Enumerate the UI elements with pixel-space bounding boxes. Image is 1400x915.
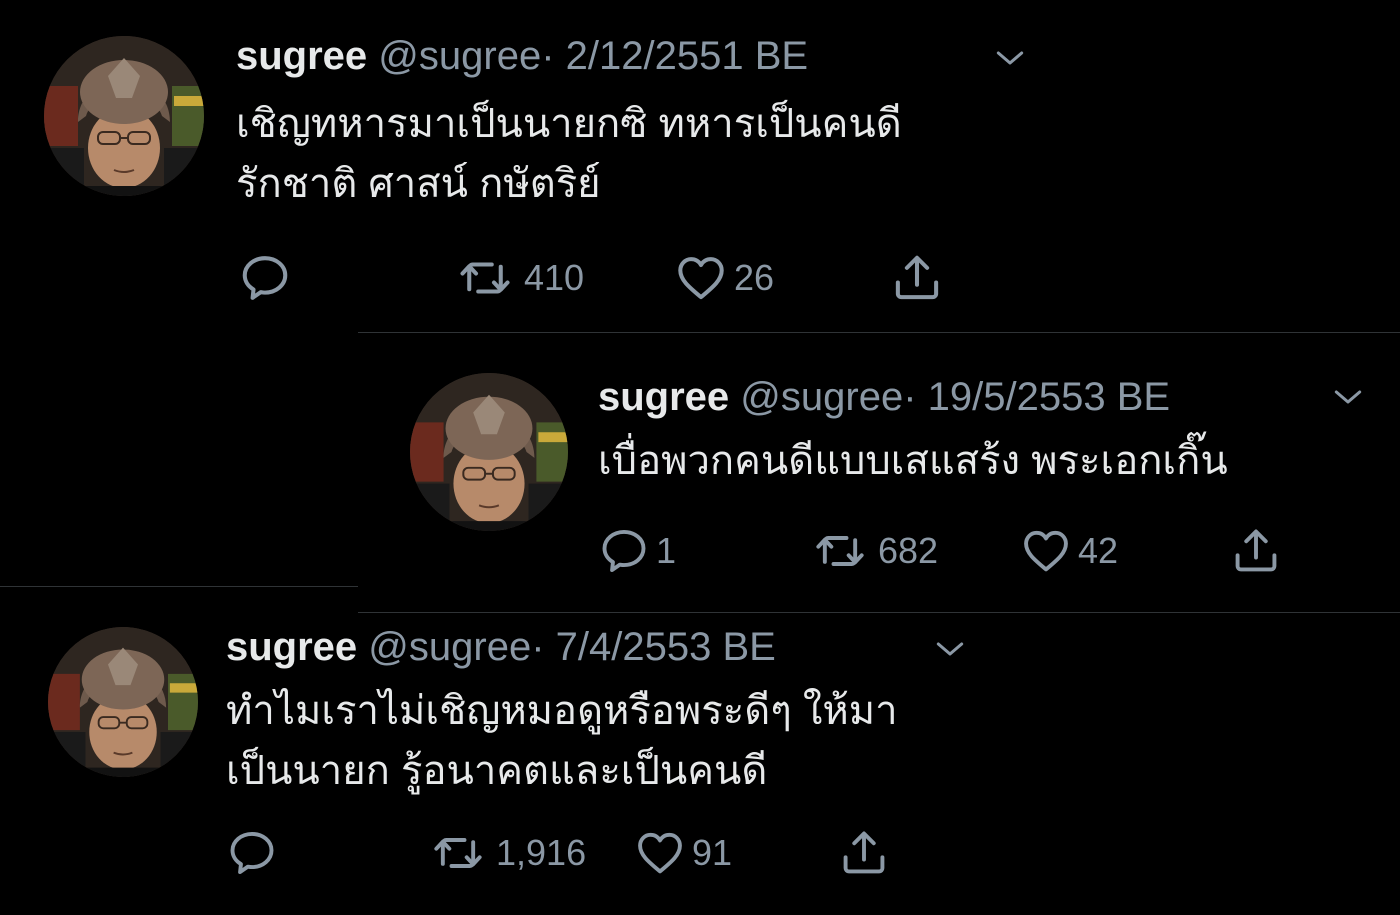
chevron-down-icon[interactable] bbox=[930, 629, 970, 669]
tweet-text-line: เป็นนายก รู้อนาคตและเป็นคนดี bbox=[226, 749, 768, 793]
share-icon bbox=[890, 251, 944, 305]
display-name[interactable]: sugree bbox=[598, 375, 729, 419]
avatar-image bbox=[48, 627, 198, 777]
tweet-text-line: เชิญทหารมาเป็นนายกซิ ทหารเป็นคนดี bbox=[236, 102, 902, 146]
heart-icon bbox=[1020, 525, 1072, 577]
tweet-text: ทำไมเราไม่เชิญหมอดูหรือพระดีๆ ให้มา เป็น… bbox=[226, 681, 898, 801]
retweet-button[interactable]: 410 bbox=[452, 250, 584, 306]
tweet-text: เบื่อพวกคนดีแบบเสแสร้ง พระเอกเกิ๊น bbox=[598, 431, 1228, 491]
like-count: 91 bbox=[692, 832, 733, 873]
separator-dot: · bbox=[541, 34, 555, 78]
tweet-date[interactable]: 7/4/2553 BE bbox=[556, 625, 776, 669]
share-button[interactable] bbox=[1230, 523, 1282, 579]
share-button[interactable] bbox=[838, 825, 890, 881]
chevron-down-icon[interactable] bbox=[990, 38, 1030, 78]
user-handle[interactable]: @sugree bbox=[368, 625, 531, 669]
like-count: 26 bbox=[734, 257, 775, 298]
retweet-icon bbox=[808, 525, 872, 577]
reply-button[interactable]: 1 bbox=[598, 523, 676, 579]
tweet-date[interactable]: 2/12/2551 BE bbox=[566, 34, 808, 78]
like-count: 42 bbox=[1078, 530, 1119, 571]
avatar-image bbox=[44, 36, 204, 196]
reply-button[interactable] bbox=[238, 250, 298, 306]
avatar[interactable] bbox=[48, 627, 198, 777]
display-name[interactable]: sugree bbox=[236, 34, 367, 78]
tweet-1[interactable]: sugree @sugree· 2/12/2551 BE เชิญทหารมาเ… bbox=[0, 0, 1400, 330]
tweet-2[interactable]: sugree @sugree· 19/5/2553 BE เบื่อพวกคนด… bbox=[358, 333, 1400, 613]
retweet-button[interactable]: 682 bbox=[808, 523, 938, 579]
like-button[interactable]: 26 bbox=[674, 250, 774, 306]
chevron-down-icon[interactable] bbox=[1328, 377, 1368, 417]
display-name[interactable]: sugree bbox=[226, 625, 357, 669]
reply-icon bbox=[598, 525, 650, 577]
share-icon bbox=[838, 827, 890, 879]
retweet-icon bbox=[452, 251, 518, 305]
tweet-text-line: เบื่อพวกคนดีแบบเสแสร้ง พระเอกเกิ๊น bbox=[598, 439, 1228, 483]
like-button[interactable]: 42 bbox=[1020, 523, 1118, 579]
separator-dot: · bbox=[531, 625, 545, 669]
tweet-header: sugree @sugree· 19/5/2553 BE bbox=[598, 373, 1170, 421]
retweet-count: 1,916 bbox=[496, 832, 587, 873]
avatar[interactable] bbox=[410, 373, 568, 531]
tweet-header: sugree @sugree· 7/4/2553 BE bbox=[226, 623, 776, 671]
heart-icon bbox=[634, 827, 686, 879]
separator-dot: · bbox=[903, 375, 917, 419]
tweet-text-line: รักชาติ ศาสน์ กษัตริย์ bbox=[236, 162, 601, 206]
like-button[interactable]: 91 bbox=[634, 825, 732, 881]
reply-icon bbox=[226, 827, 278, 879]
user-handle[interactable]: @sugree bbox=[378, 34, 541, 78]
reply-icon bbox=[238, 251, 292, 305]
share-button[interactable] bbox=[890, 250, 944, 306]
share-icon bbox=[1230, 525, 1282, 577]
retweet-button[interactable]: 1,916 bbox=[426, 825, 586, 881]
avatar-image bbox=[410, 373, 568, 531]
avatar[interactable] bbox=[44, 36, 204, 196]
tweet-header: sugree @sugree· 2/12/2551 BE bbox=[236, 32, 808, 80]
tweet-3[interactable]: sugree @sugree· 7/4/2553 BE ทำไมเราไม่เช… bbox=[0, 613, 1400, 915]
divider bbox=[0, 586, 358, 587]
retweet-count: 682 bbox=[878, 530, 939, 571]
reply-button[interactable] bbox=[226, 825, 284, 881]
heart-icon bbox=[674, 251, 728, 305]
retweet-count: 410 bbox=[524, 257, 585, 298]
user-handle[interactable]: @sugree bbox=[740, 375, 903, 419]
reply-count: 1 bbox=[656, 530, 677, 571]
tweet-date[interactable]: 19/5/2553 BE bbox=[928, 375, 1170, 419]
tweet-text-line: ทำไมเราไม่เชิญหมอดูหรือพระดีๆ ให้มา bbox=[226, 689, 898, 733]
retweet-icon bbox=[426, 827, 490, 879]
tweet-text: เชิญทหารมาเป็นนายกซิ ทหารเป็นคนดี รักชาต… bbox=[236, 94, 902, 214]
